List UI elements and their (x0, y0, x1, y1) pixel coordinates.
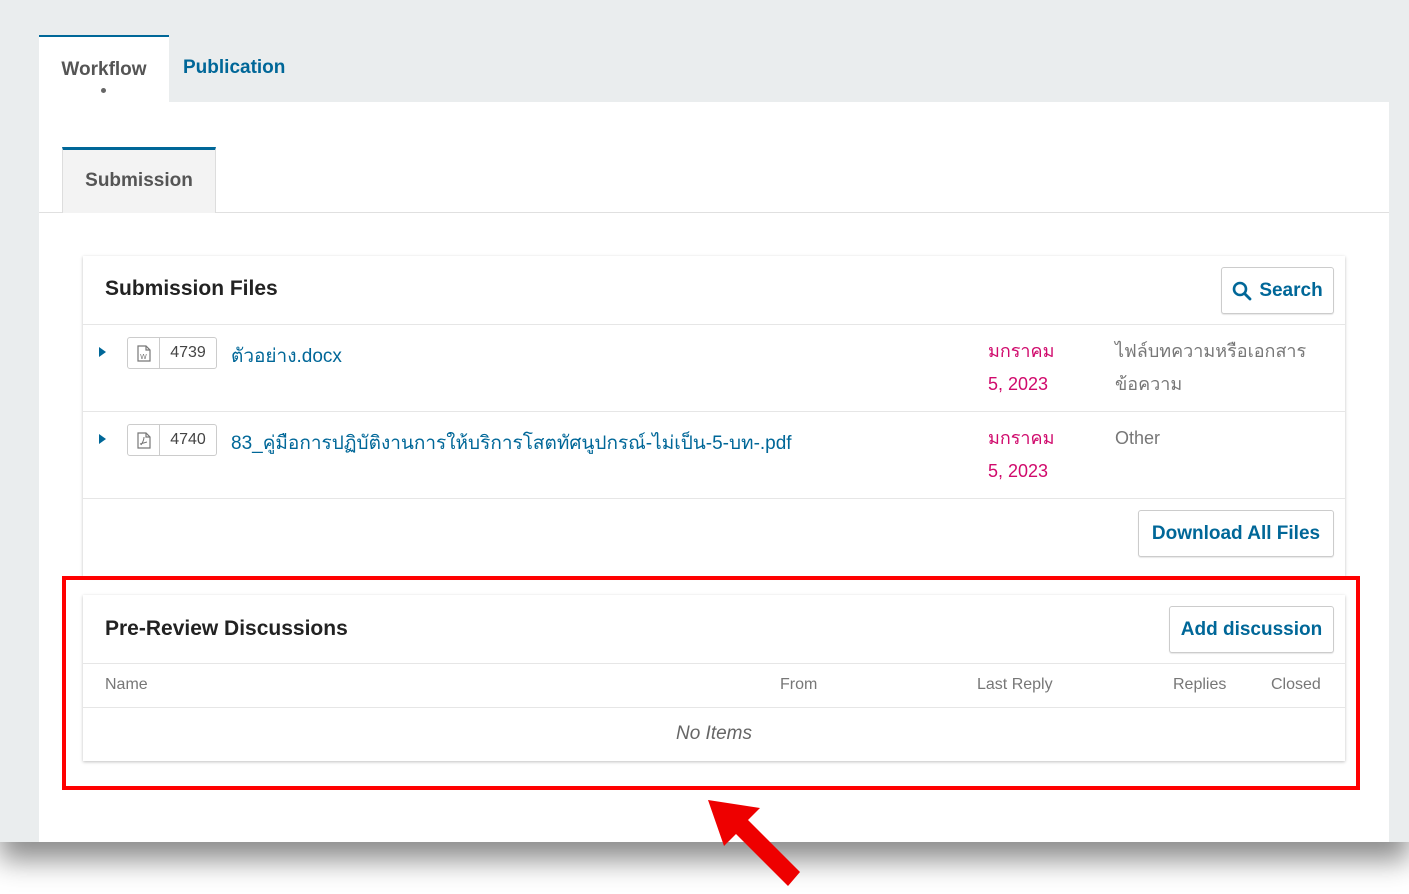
subtab-strip: Submission (39, 102, 1389, 213)
file-date-month: มกราคม (988, 341, 1055, 361)
tab-publication[interactable]: Publication (183, 57, 285, 79)
file-date-month: มกราคม (988, 428, 1055, 448)
file-date: มกราคม 5, 2023 (988, 422, 1088, 488)
file-name-link[interactable]: 83_คู่มือการปฏิบัติงานการให้บริการโสตทัศ… (231, 428, 792, 458)
expand-row-icon[interactable] (99, 434, 106, 444)
file-name-link[interactable]: ตัวอย่าง.docx (231, 341, 342, 371)
submission-files-grid: Submission Files Search W 4739 ตัวอย่าง.… (83, 256, 1345, 576)
file-id: 4739 (170, 344, 206, 361)
file-row: 4740 83_คู่มือการปฏิบัติงานการให้บริการโ… (83, 412, 1345, 498)
submission-files-title: Submission Files (105, 277, 278, 300)
file-row: W 4739 ตัวอย่าง.docx มกราคม 5, 2023 ไฟล์… (83, 325, 1345, 411)
file-date-day-year: 5, 2023 (988, 374, 1049, 394)
tab-workflow[interactable]: Workflow (39, 35, 169, 103)
word-file-icon: W (128, 338, 160, 368)
highlight-box (62, 576, 1360, 790)
file-type: ไฟล์บทความหรือเอกสาร ข้อความ (1115, 335, 1335, 401)
file-id-badge: 4740 (127, 424, 217, 456)
file-type-line1: ไฟล์บทความหรือเอกสาร (1115, 341, 1307, 361)
file-date-day-year: 5, 2023 (988, 461, 1049, 481)
divider (83, 498, 1345, 499)
file-type-line1: Other (1115, 428, 1161, 448)
download-all-files-button[interactable]: Download All Files (1138, 510, 1334, 557)
file-id-badge: W 4739 (127, 337, 217, 369)
file-type: Other (1115, 422, 1335, 455)
tab-workflow-label: Workflow (61, 59, 147, 80)
tab-submission[interactable]: Submission (62, 147, 216, 213)
search-icon (1233, 281, 1252, 300)
file-type-line2: ข้อความ (1115, 374, 1183, 394)
active-tab-dot (101, 88, 106, 93)
expand-row-icon[interactable] (99, 347, 106, 357)
file-date: มกราคม 5, 2023 (988, 335, 1088, 401)
svg-text:W: W (140, 353, 147, 361)
search-button-label: Search (1259, 279, 1323, 301)
tab-submission-label: Submission (85, 170, 193, 191)
file-id: 4740 (170, 431, 206, 448)
pdf-file-icon (128, 425, 160, 455)
search-button[interactable]: Search (1221, 267, 1334, 314)
arrow-pointer-icon (708, 800, 800, 886)
